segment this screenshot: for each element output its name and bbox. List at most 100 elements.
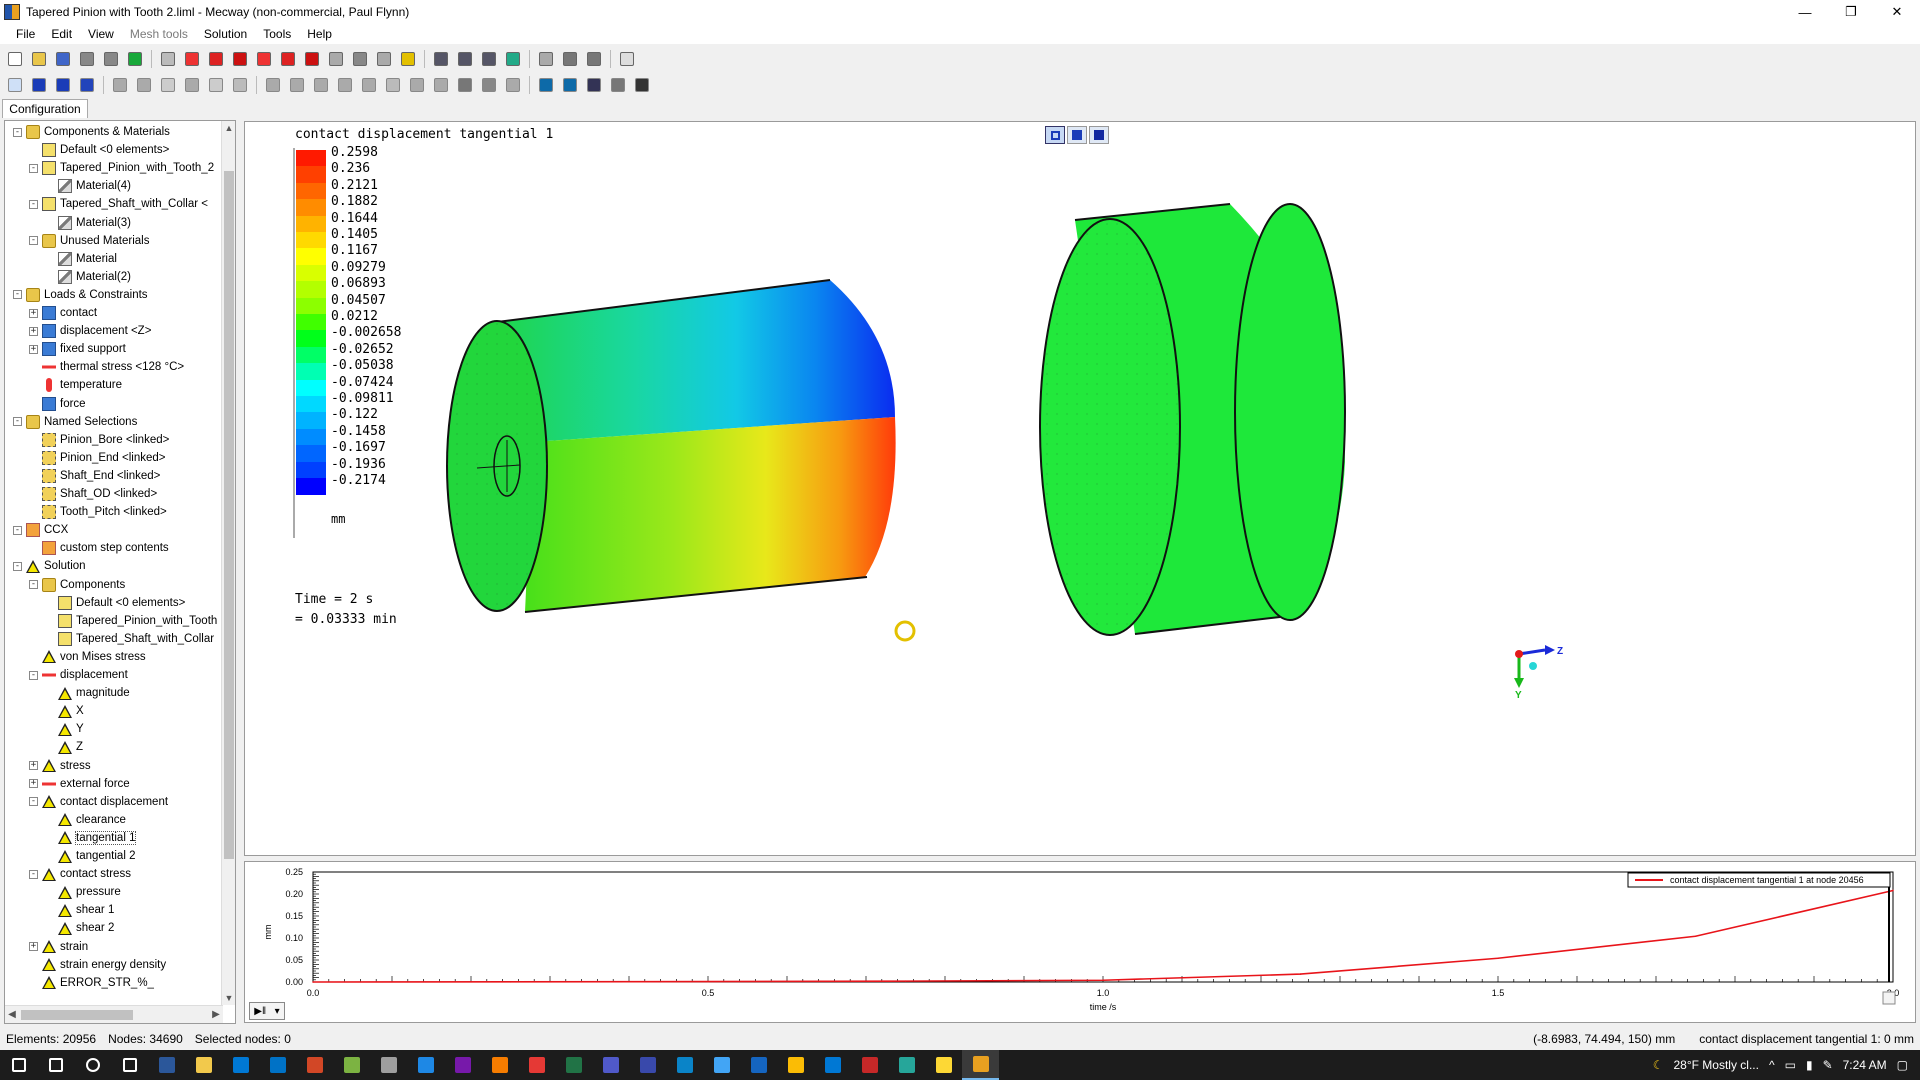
selection-tool-icon[interactable] bbox=[406, 74, 428, 96]
maximize-button[interactable]: ❐ bbox=[1828, 0, 1874, 24]
tree-horizontal-scrollbar[interactable]: ◀ ▶ bbox=[5, 1005, 223, 1023]
toolbar-tool-icon[interactable] bbox=[502, 48, 524, 70]
selection-tool-icon[interactable] bbox=[535, 74, 557, 96]
tree-item[interactable]: shear 1 bbox=[45, 901, 114, 919]
toolbar-tool-icon[interactable] bbox=[157, 48, 179, 70]
expand-icon[interactable]: + bbox=[29, 942, 38, 951]
tree-item[interactable]: Tapered_Pinion_with_Tooth bbox=[45, 612, 217, 630]
toolbar-tool-icon[interactable] bbox=[559, 48, 581, 70]
clock[interactable]: 7:24 AM bbox=[1843, 1058, 1887, 1072]
taskbar-app-icon[interactable] bbox=[333, 1050, 370, 1080]
taskbar-vlc-icon[interactable] bbox=[481, 1050, 518, 1080]
tray-chevron-icon[interactable]: ^ bbox=[1769, 1058, 1775, 1072]
tree-item[interactable]: clearance bbox=[45, 811, 126, 829]
scroll-right-arrow-icon[interactable]: ▶ bbox=[209, 1006, 223, 1023]
selection-tool-icon[interactable] bbox=[583, 74, 605, 96]
toolbar-tool-icon[interactable] bbox=[4, 48, 26, 70]
notifications-icon[interactable]: ▢ bbox=[1897, 1058, 1908, 1072]
tree-item[interactable]: strain energy density bbox=[29, 956, 166, 974]
selection-tool-icon[interactable] bbox=[478, 74, 500, 96]
tree-item[interactable]: Default <0 elements> bbox=[45, 594, 185, 612]
tree-item[interactable]: Tooth_Pitch <linked> bbox=[29, 503, 167, 521]
taskbar-file-explorer-icon[interactable] bbox=[185, 1050, 222, 1080]
tree-item[interactable]: thermal stress <128 °C> bbox=[29, 358, 184, 376]
selection-tool-icon[interactable] bbox=[382, 74, 404, 96]
selection-tool-icon[interactable] bbox=[262, 74, 284, 96]
tree-item[interactable]: - Components & Materials bbox=[13, 123, 170, 141]
selection-tool-icon[interactable] bbox=[631, 74, 653, 96]
pen-icon[interactable]: ✎ bbox=[1823, 1058, 1833, 1072]
tree-item[interactable]: - displacement bbox=[29, 666, 128, 684]
toolbar-tool-icon[interactable] bbox=[616, 48, 638, 70]
collapse-icon[interactable]: - bbox=[29, 199, 38, 209]
scroll-up-arrow-icon[interactable]: ▲ bbox=[222, 121, 235, 135]
selection-tool-icon[interactable] bbox=[502, 74, 524, 96]
tree-item[interactable]: - contact stress bbox=[29, 865, 131, 883]
taskbar-app-icon[interactable] bbox=[407, 1050, 444, 1080]
tree-item[interactable]: shear 2 bbox=[45, 919, 114, 937]
taskbar-onenote-icon[interactable] bbox=[444, 1050, 481, 1080]
tree-item[interactable]: Shaft_OD <linked> bbox=[29, 485, 157, 503]
taskbar-app-icon[interactable] bbox=[629, 1050, 666, 1080]
toolbar-tool-icon[interactable] bbox=[478, 48, 500, 70]
taskbar-task-view-icon[interactable] bbox=[111, 1050, 148, 1080]
tree-item[interactable]: ERROR_STR_%_ bbox=[29, 974, 154, 992]
tree-item[interactable]: - contact displacement bbox=[29, 793, 168, 811]
toolbar-tool-icon[interactable] bbox=[229, 48, 251, 70]
close-button[interactable]: ✕ bbox=[1874, 0, 1920, 24]
taskbar-edge-icon[interactable] bbox=[666, 1050, 703, 1080]
menu-solution[interactable]: Solution bbox=[196, 27, 255, 41]
taskbar-store-icon[interactable] bbox=[222, 1050, 259, 1080]
tree-item[interactable]: temperature bbox=[29, 376, 122, 394]
toolbar-tool-icon[interactable] bbox=[349, 48, 371, 70]
tree-item[interactable]: - Tapered_Pinion_with_Tooth_2 bbox=[29, 159, 214, 177]
collapse-icon[interactable]: - bbox=[13, 417, 22, 427]
selection-tool-icon[interactable] bbox=[229, 74, 251, 96]
tree-item[interactable]: tangential 2 bbox=[45, 847, 135, 865]
wireframe-view-button[interactable] bbox=[1045, 126, 1065, 144]
tree-item[interactable]: + contact bbox=[29, 304, 97, 322]
tree-item[interactable]: Z bbox=[45, 738, 83, 756]
tree-item[interactable]: custom step contents bbox=[29, 539, 169, 557]
taskbar-search-icon[interactable] bbox=[37, 1050, 74, 1080]
network-icon[interactable]: ▭ bbox=[1785, 1058, 1796, 1072]
menu-help[interactable]: Help bbox=[299, 27, 340, 41]
battery-icon[interactable]: ▮ bbox=[1806, 1058, 1813, 1072]
selection-tool-icon[interactable] bbox=[109, 74, 131, 96]
taskbar-cortana-icon[interactable] bbox=[74, 1050, 111, 1080]
tree-item[interactable]: force bbox=[29, 395, 86, 413]
tree-item[interactable]: - Components bbox=[29, 576, 125, 594]
tree-item[interactable]: Pinion_Bore <linked> bbox=[29, 431, 169, 449]
collapse-icon[interactable]: - bbox=[29, 580, 38, 589]
tree-item[interactable]: + external force bbox=[29, 775, 130, 793]
tree-item[interactable]: + stress bbox=[29, 757, 91, 775]
tree-item[interactable]: tangential 1 bbox=[45, 829, 137, 847]
selection-tool-icon[interactable] bbox=[334, 74, 356, 96]
tree-item[interactable]: pressure bbox=[45, 883, 121, 901]
taskbar-word-icon[interactable] bbox=[148, 1050, 185, 1080]
tree-item[interactable]: Material(2) bbox=[45, 268, 131, 286]
tree-item[interactable]: - Loads & Constraints bbox=[13, 286, 148, 304]
scroll-thumb[interactable] bbox=[21, 1010, 133, 1020]
minimize-button[interactable]: — bbox=[1782, 0, 1828, 24]
weather-widget[interactable]: 28°F Mostly cl... bbox=[1673, 1058, 1758, 1072]
taskbar-start-icon[interactable] bbox=[0, 1050, 37, 1080]
tree-item[interactable]: Default <0 elements> bbox=[29, 141, 169, 159]
collapse-icon[interactable]: - bbox=[29, 797, 38, 807]
collapse-icon[interactable]: - bbox=[29, 236, 38, 246]
collapse-icon[interactable]: - bbox=[29, 163, 38, 173]
selection-tool-icon[interactable] bbox=[358, 74, 380, 96]
menu-edit[interactable]: Edit bbox=[43, 27, 80, 41]
tree-item[interactable]: + fixed support bbox=[29, 340, 126, 358]
taskbar-app-icon[interactable] bbox=[740, 1050, 777, 1080]
toolbar-tool-icon[interactable] bbox=[454, 48, 476, 70]
toolbar-tool-icon[interactable] bbox=[583, 48, 605, 70]
collapse-icon[interactable]: - bbox=[29, 670, 38, 680]
selection-tool-icon[interactable] bbox=[76, 74, 98, 96]
selection-tool-icon[interactable] bbox=[133, 74, 155, 96]
collapse-icon[interactable]: - bbox=[13, 290, 22, 300]
selection-tool-icon[interactable] bbox=[310, 74, 332, 96]
taskbar-app-icon[interactable] bbox=[851, 1050, 888, 1080]
taskbar-app-icon[interactable] bbox=[370, 1050, 407, 1080]
expand-icon[interactable]: + bbox=[29, 326, 38, 336]
